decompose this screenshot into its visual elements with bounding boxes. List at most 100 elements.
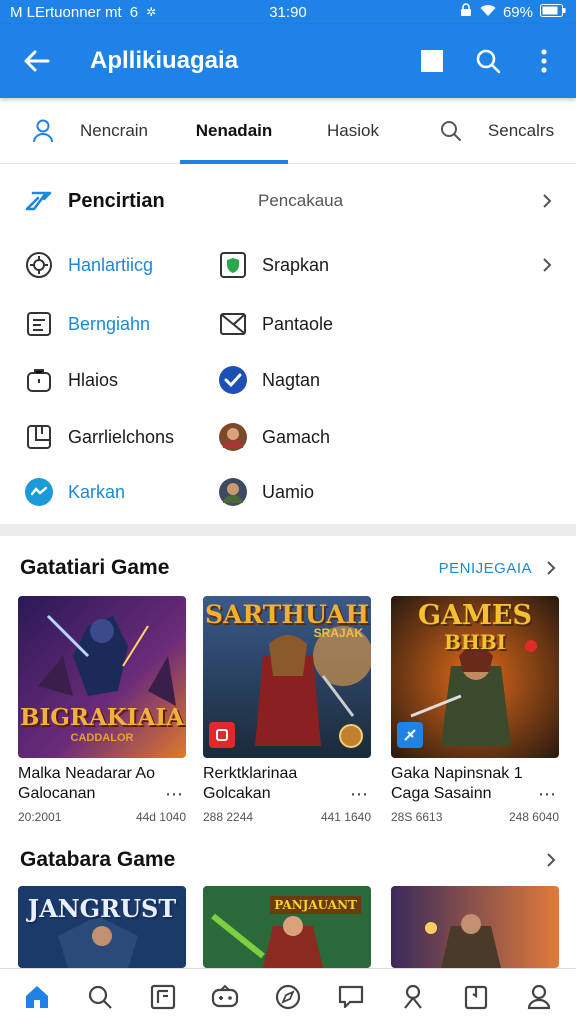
settings-icon — [24, 250, 54, 280]
game-thumbnail: JANGRUST — [18, 886, 186, 968]
home-icon — [26, 985, 49, 1008]
game-meta-right: 248 6040 — [508, 810, 559, 824]
chevron-right-icon[interactable] — [546, 852, 556, 868]
lock-icon — [459, 3, 473, 21]
section-divider — [0, 524, 576, 536]
avatar-icon — [218, 422, 248, 452]
check-circle-icon — [218, 365, 248, 395]
menu-row: Hanlartiicg Srapkan — [0, 240, 576, 290]
game-card[interactable]: BIGRAKIAIA CADDALOR Malka Neadarar Ao Ga… — [18, 596, 186, 824]
more-horiz-icon[interactable]: ⋯ — [538, 784, 557, 805]
search-button[interactable] — [470, 43, 506, 79]
tab-hasiok[interactable]: Hasiok — [288, 98, 418, 164]
menu-item-label: Nagtan — [262, 369, 321, 390]
shield-icon — [218, 250, 248, 280]
game-meta-left: 288 2244 — [203, 810, 254, 824]
menu-item-label: Uamio — [262, 481, 315, 502]
square-icon — [421, 50, 443, 72]
thumbnail-subtitle: SRAJAK — [313, 626, 363, 640]
app-badge-icon — [209, 722, 235, 748]
game-thumbnail: GAMES BHBI — [391, 596, 559, 758]
thumbnail-subtitle: BHBI — [443, 630, 507, 654]
menu-item-label: Srapkan — [262, 254, 330, 275]
game-card[interactable]: PANJAUANT — [203, 886, 371, 968]
nav-home[interactable] — [15, 975, 59, 1019]
search-icon — [476, 49, 501, 74]
menu-item-label: Pantaole — [262, 313, 334, 334]
nav-messages[interactable] — [329, 975, 373, 1019]
menu-item-hlaios[interactable]: Hlaios — [24, 365, 118, 395]
menu-item-karkan[interactable]: Karkan — [24, 477, 125, 507]
game-card[interactable]: GAMES BHBI Gaka Napinsnak 1 Caga Sasainn… — [391, 596, 559, 824]
back-button[interactable] — [0, 24, 74, 98]
see-all-link[interactable]: PENIJEGAIA — [439, 560, 532, 577]
person-icon — [32, 119, 53, 142]
app-badge-icon — [397, 722, 423, 748]
tab-nencrain[interactable]: Nencrain — [0, 98, 180, 164]
menu-item-nagtan[interactable]: Nagtan — [218, 365, 320, 395]
more-horiz-icon[interactable]: ⋯ — [350, 784, 369, 805]
menu-item-pantaole[interactable]: Pantaole — [218, 309, 333, 339]
menu-item-srapkan[interactable]: Srapkan — [218, 250, 329, 280]
nav-account[interactable] — [517, 975, 561, 1019]
status-bar: M LErtuonner mt 6 ✲ 31:90 69% — [0, 0, 576, 24]
chevron-right-icon[interactable] — [546, 560, 556, 576]
more-vert-icon — [541, 49, 547, 73]
nav-saved[interactable] — [454, 975, 498, 1019]
tab-label: Sencalrs — [487, 120, 555, 140]
stop-button[interactable] — [414, 43, 450, 79]
tab-sencalrs[interactable]: Sencalrs — [418, 98, 576, 164]
nav-explore[interactable] — [266, 975, 310, 1019]
nav-people[interactable] — [391, 975, 435, 1019]
more-options-button[interactable] — [526, 43, 562, 79]
news-icon — [150, 984, 175, 1009]
thumbnail-subtitle: CADDALOR — [70, 732, 134, 744]
search-icon — [440, 120, 461, 141]
battery-percent: 69% — [502, 3, 533, 21]
game-card[interactable]: JANGRUST — [18, 886, 186, 968]
tab-label: Nenadain — [195, 120, 273, 140]
bookmark-icon — [464, 985, 488, 1009]
game-meta-right: 441 1640 — [320, 810, 371, 824]
menu-item-label: Karkan — [68, 481, 126, 502]
chevron-right-icon — [540, 255, 554, 275]
menu-item-uamio[interactable]: Uamio — [218, 477, 314, 507]
game-card[interactable]: SARTHUAH SRAJAK Rerktklarinaa Golcakan ⋯… — [203, 596, 371, 824]
compass-icon — [275, 984, 301, 1009]
menu-header-row[interactable]: Pencirtian Pencakaua — [0, 176, 576, 226]
games-icon — [212, 984, 239, 1007]
menu-item-hanlartiicg[interactable]: Hanlartiicg — [24, 250, 153, 280]
link-icon — [24, 186, 54, 216]
thumbnail-title: SARTHUAH — [204, 600, 370, 629]
tab-bar: Nencrain Nenadain Hasiok Sencalrs — [0, 98, 576, 164]
game-card[interactable] — [391, 886, 559, 968]
section-header: Gatabara Game — [0, 840, 576, 880]
thumbnail-title: PANJAUANT — [270, 896, 361, 914]
menu-item-label: Hanlartiicg — [68, 254, 154, 275]
sync-icon: ✲ — [146, 5, 157, 19]
thumbnail-title: BIGRAKIAIA — [20, 704, 184, 731]
app-bar: Apllikiuagaia — [0, 24, 576, 98]
game-thumbnail — [391, 886, 559, 968]
menu-item-label: Garrlielchons — [68, 426, 175, 447]
document-icon — [24, 309, 54, 339]
game-title: Malka Neadarar Ao Galocanan — [18, 765, 155, 802]
menu-row: Garrlielchons Gamach — [0, 412, 576, 462]
section-title: Gatatiari Game — [20, 556, 170, 579]
menu-item-gamach[interactable]: Gamach — [218, 422, 330, 452]
thumbnail-title: JANGRUST — [27, 894, 177, 923]
nav-news[interactable] — [141, 975, 185, 1019]
game-meta-right: 44d 1040 — [135, 810, 186, 824]
menu-item-berngiahn[interactable]: Berngiahn — [24, 309, 150, 339]
grid-icon — [24, 422, 54, 452]
menu-header-value: Pencakaua — [258, 191, 344, 210]
nav-search[interactable] — [78, 975, 122, 1019]
more-horiz-icon[interactable]: ⋯ — [165, 784, 184, 805]
menu-item-label: Gamach — [262, 426, 331, 447]
tab-nenadain[interactable]: Nenadain — [180, 98, 288, 164]
page-title: Apllikiuagaia — [90, 47, 239, 74]
battery-icon — [540, 3, 566, 21]
menu-item-garrlielchons[interactable]: Garrlielchons — [24, 422, 174, 452]
arrow-left-icon — [24, 50, 50, 72]
nav-games[interactable] — [203, 975, 247, 1019]
